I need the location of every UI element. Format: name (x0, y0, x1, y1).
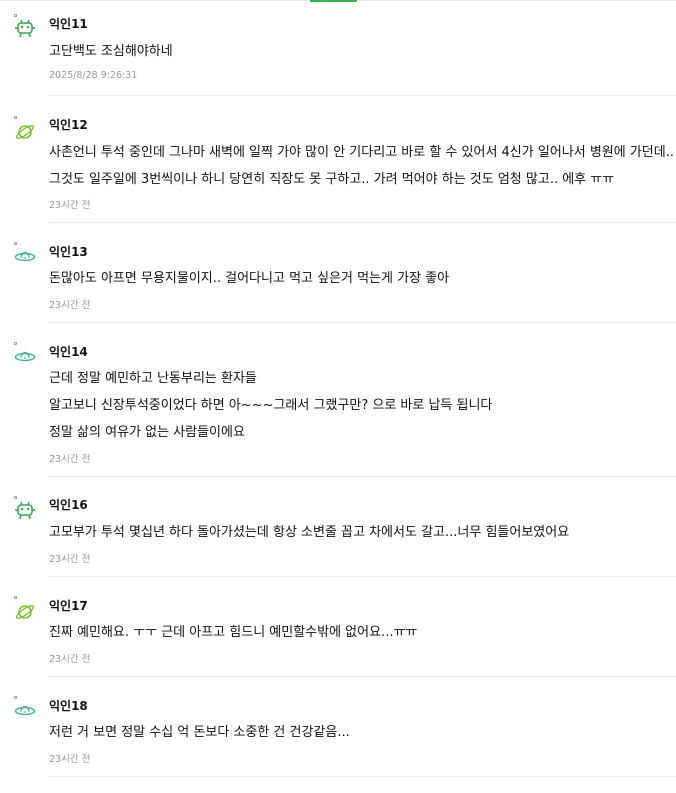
comment-text: 정말 삶의 여유가 없는 사람들이에요 (49, 425, 245, 440)
comment-author[interactable]: 익인11 (49, 15, 88, 32)
active-tab-indicator (310, 0, 357, 2)
comment-time: 23시간 전 (49, 200, 91, 211)
alien-icon (15, 502, 35, 520)
planet-icon (15, 605, 35, 619)
comment-text: 고단백도 조심해야하네 (49, 44, 173, 59)
ufo-icon (14, 251, 36, 262)
comment-time: 23시간 전 (49, 754, 91, 765)
comment-author[interactable]: 익인17 (49, 597, 88, 614)
dot-icon (14, 14, 17, 17)
comment-author[interactable]: 익인14 (49, 343, 88, 360)
comment-divider (49, 222, 676, 223)
alien-icon (15, 20, 35, 38)
comment-text: 진짜 예민해요. ㅜㅜ 근데 아프고 힘드니 예민할수밖에 없어요...ㅠㅠ (49, 625, 418, 640)
comment-time: 2025/8/28 9:26:31 (49, 70, 138, 81)
comment-divider (49, 322, 676, 323)
dot-icon (14, 596, 17, 599)
avatar (14, 14, 38, 40)
comment-text: 알고보니 신장투석중이었다 하면 아~~~그래서 그랬구만? 으로 바로 납득 … (49, 398, 493, 413)
comment-text: 근데 정말 예민하고 난동부리는 환자들 (49, 371, 257, 386)
dot-icon (14, 696, 17, 699)
ufo-icon (14, 351, 36, 362)
ufo-icon (14, 705, 36, 716)
avatar (14, 696, 38, 722)
comment-text: 그것도 일주일에 3번씩이나 하니 당연히 직장도 못 구하고.. 가려 먹어야… (49, 172, 615, 187)
comment-divider (49, 476, 676, 477)
comment-time: 23시간 전 (49, 554, 91, 565)
avatar (14, 596, 38, 622)
avatar (14, 116, 38, 142)
dot-icon (14, 242, 17, 245)
comment-author[interactable]: 익인13 (49, 243, 88, 260)
comment-time: 23시간 전 (49, 654, 91, 665)
comment-divider (49, 576, 676, 577)
avatar (14, 242, 38, 268)
dot-icon (14, 342, 17, 345)
comment-author[interactable]: 익인18 (49, 697, 88, 714)
comment-divider (49, 676, 676, 677)
dot-icon (14, 116, 17, 119)
comment-text: 고모부가 투석 몇십년 하다 돌아가셨는데 항상 소변줄 꼽고 차에서도 갈고.… (49, 525, 570, 540)
avatar (14, 496, 38, 522)
comment-text: 돈많아도 아프면 무용지물이지.. 걸어다니고 먹고 싶은거 먹는게 가장 좋아 (49, 271, 450, 286)
comment-divider (49, 95, 676, 96)
comment-time: 23시간 전 (49, 454, 91, 465)
comment-time: 23시간 전 (49, 300, 91, 311)
comment-divider (49, 776, 676, 777)
comment-author[interactable]: 익인12 (49, 116, 88, 133)
comment-text: 저런 거 보면 정말 수십 억 돈보다 소중한 건 건강같음... (49, 725, 350, 740)
avatar (14, 342, 38, 368)
dot-icon (14, 496, 17, 499)
comment-text: 사촌언니 투석 중인데 그나마 새벽에 일찍 가야 많이 안 기다리고 바로 할… (49, 145, 674, 160)
comment-author[interactable]: 익인16 (49, 496, 88, 513)
planet-icon (15, 125, 35, 139)
